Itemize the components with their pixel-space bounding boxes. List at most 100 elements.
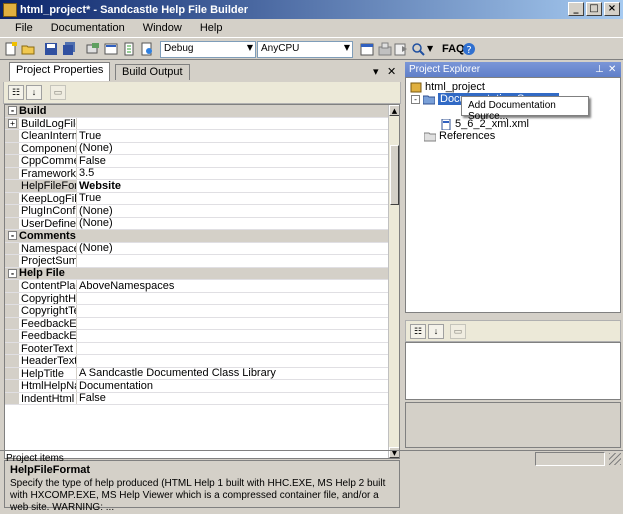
- menu-help[interactable]: Help: [191, 22, 232, 34]
- build-help-icon[interactable]: [378, 42, 392, 56]
- property-row[interactable]: HeaderText: [5, 355, 390, 368]
- properties-icon[interactable]: [104, 42, 118, 56]
- property-row[interactable]: FeedbackEMailAddress: [5, 317, 390, 330]
- menu-documentation[interactable]: Documentation: [42, 22, 134, 34]
- property-row[interactable]: CopyrightText: [5, 305, 390, 318]
- property-pages-icon[interactable]: ▭: [450, 324, 466, 339]
- property-pages-icon[interactable]: ▭: [50, 85, 66, 100]
- property-name: HelpFileFormat: [19, 180, 77, 192]
- tab-build-output[interactable]: Build Output: [115, 64, 190, 80]
- project-explorer-header: Project Explorer ⊥ ✕: [405, 62, 621, 77]
- configuration-dropdown[interactable]: Debug ▼: [160, 41, 256, 58]
- calendar-icon[interactable]: [360, 42, 374, 56]
- property-row[interactable]: UserDefinedProperties(None): [5, 217, 390, 230]
- view-help-icon[interactable]: [140, 42, 154, 56]
- property-category[interactable]: - Help File: [5, 267, 390, 280]
- property-row[interactable]: ProjectSummary: [5, 255, 390, 268]
- expand-icon[interactable]: +: [8, 118, 17, 128]
- add-source-icon[interactable]: [86, 42, 100, 56]
- menu-bar: File Documentation Window Help: [0, 19, 623, 37]
- property-row[interactable]: KeepLogFile True: [5, 192, 390, 205]
- row-gutter: [5, 292, 19, 304]
- folder-icon: [424, 132, 436, 141]
- property-value[interactable]: (None): [77, 142, 113, 154]
- property-value[interactable]: AboveNamespaces: [77, 280, 174, 292]
- project-explorer-title: Project Explorer: [409, 64, 481, 75]
- collapse-icon[interactable]: -: [411, 94, 420, 104]
- property-value[interactable]: (None): [77, 217, 113, 229]
- property-name: PlugInConfigurations: [21, 205, 77, 217]
- property-name: CopyrightText: [19, 305, 77, 317]
- property-value[interactable]: Documentation: [77, 380, 153, 392]
- close-icon[interactable]: ✕: [608, 62, 616, 77]
- row-gutter: [5, 317, 19, 329]
- scroll-up-icon[interactable]: ▲: [389, 105, 399, 116]
- property-value[interactable]: Website: [77, 180, 121, 192]
- sort-alphabetical-icon[interactable]: ↓: [26, 85, 42, 100]
- tab-project-properties[interactable]: Project Properties: [9, 62, 111, 81]
- platform-dropdown[interactable]: AnyCPU ▼: [257, 41, 353, 58]
- property-row[interactable]: IndentHtml False: [5, 392, 390, 405]
- pane-menu-icon[interactable]: ▾: [373, 65, 379, 78]
- property-name: CppCommentsFixup: [21, 155, 77, 167]
- scroll-thumb[interactable]: [390, 145, 399, 205]
- tree-node-references[interactable]: References: [424, 130, 495, 142]
- folder-icon: [423, 95, 435, 104]
- collapse-icon[interactable]: -: [8, 268, 17, 278]
- property-row[interactable]: HtmlHelpNameDocumentation: [5, 380, 390, 393]
- collapse-icon[interactable]: -: [8, 231, 17, 240]
- property-category[interactable]: - Comments: [5, 230, 390, 243]
- new-project-icon[interactable]: [4, 42, 18, 56]
- property-name: HelpTitle: [19, 367, 77, 379]
- menu-file[interactable]: File: [6, 22, 42, 34]
- build-icon[interactable]: [122, 42, 136, 56]
- row-gutter: [5, 217, 19, 229]
- search-icon[interactable]: [411, 42, 425, 56]
- sort-alphabetical-icon[interactable]: ↓: [428, 324, 444, 339]
- open-folder-icon[interactable]: [21, 42, 35, 56]
- menu-window[interactable]: Window: [134, 22, 191, 34]
- property-row[interactable]: NamespaceSummaries(None): [5, 242, 390, 255]
- property-row[interactable]: FooterText: [5, 342, 390, 355]
- property-row[interactable]: FeedbackEMailLinkText: [5, 330, 390, 343]
- property-value[interactable]: True: [77, 130, 101, 142]
- save-all-icon[interactable]: [62, 42, 76, 56]
- property-name: HeaderText: [21, 355, 77, 367]
- property-value[interactable]: A Sandcastle Documented Class Library: [77, 367, 276, 379]
- property-row[interactable]: PlugInConfigurations(None): [5, 205, 390, 218]
- save-icon[interactable]: [44, 42, 58, 56]
- categorized-icon[interactable]: ☷: [410, 324, 426, 339]
- minimize-button[interactable]: _: [568, 2, 584, 16]
- property-value[interactable]: (None): [77, 205, 113, 217]
- property-row[interactable]: CppCommentsFixupFalse: [5, 155, 390, 168]
- tree-node-project[interactable]: html_project: [410, 81, 485, 93]
- resize-grip[interactable]: [609, 453, 621, 465]
- property-row[interactable]: HelpTitle A Sandcastle Documented Class L…: [5, 367, 390, 380]
- help-icon[interactable]: ?: [462, 42, 476, 56]
- property-value[interactable]: 3.5: [77, 167, 94, 179]
- platform-value: AnyCPU: [261, 43, 300, 54]
- close-icon[interactable]: ✕: [387, 65, 396, 78]
- vertical-scrollbar[interactable]: ▲ ▼: [388, 105, 399, 458]
- categorized-icon[interactable]: ☷: [8, 85, 24, 100]
- property-value[interactable]: True: [77, 192, 101, 204]
- property-category[interactable]: - Build: [5, 105, 390, 118]
- property-row[interactable]: ContentPlacementAboveNamespaces: [5, 280, 390, 293]
- property-row[interactable]: CopyrightHref: [5, 292, 390, 305]
- collapse-icon[interactable]: -: [8, 106, 17, 115]
- property-row[interactable]: HelpFileFormatWebsite: [5, 180, 390, 193]
- property-value[interactable]: False: [77, 392, 106, 404]
- property-value[interactable]: False: [77, 155, 106, 167]
- property-row[interactable]: FrameworkVersion3.5: [5, 167, 390, 180]
- property-value[interactable]: (None): [77, 242, 113, 254]
- property-row[interactable]: + BuildLogFile: [5, 117, 390, 130]
- open-output-icon[interactable]: [394, 42, 408, 56]
- maximize-button[interactable]: □: [586, 2, 602, 16]
- property-name: NamespaceSummaries: [21, 242, 77, 254]
- svg-text:?: ?: [466, 45, 471, 56]
- pin-icon[interactable]: ⊥: [595, 62, 604, 77]
- property-row[interactable]: ComponentConfigurations(None): [5, 142, 390, 155]
- close-button[interactable]: ×: [604, 2, 620, 16]
- property-row[interactable]: CleanIntermediatesTrue: [5, 130, 390, 143]
- chevron-down-icon[interactable]: ▼: [427, 44, 433, 53]
